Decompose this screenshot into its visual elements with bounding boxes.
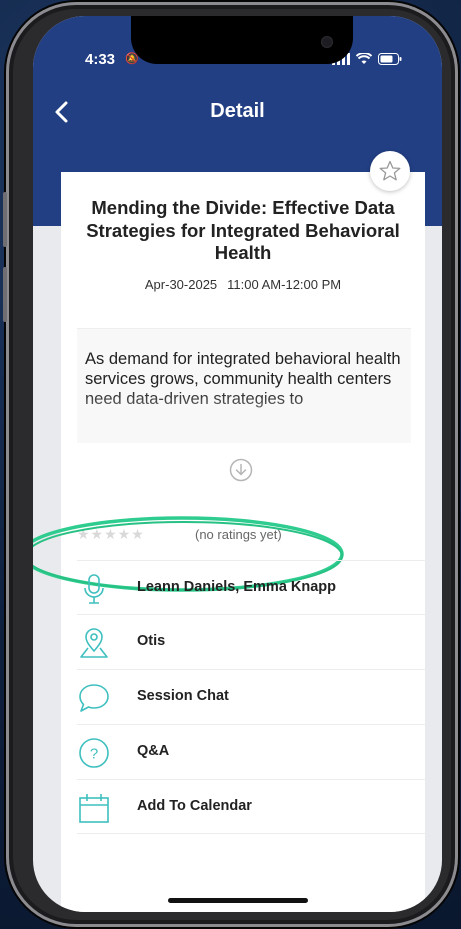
- map-pin-icon: [80, 628, 108, 658]
- list-item-speakers[interactable]: Leann Daniels, Emma Knapp: [77, 560, 427, 615]
- session-datetime: Apr-30-2025 11:00 AM-12:00 PM: [73, 277, 413, 292]
- svg-text:?: ?: [90, 746, 98, 763]
- list-divider: [77, 833, 427, 834]
- session-time: 11:00 AM-12:00 PM: [227, 277, 342, 292]
- page-title: Detail: [210, 100, 265, 122]
- session-date: Apr-30-2025: [144, 277, 218, 292]
- session-title: Mending the Divide: Effective Data Strat…: [86, 197, 400, 263]
- list-item-add-calendar[interactable]: Add To Calendar: [77, 779, 427, 834]
- calendar-icon: [79, 794, 109, 823]
- app-screen: 4:33 🔕 Detail Mending the Divide: Effect…: [33, 16, 442, 912]
- arrow-down-circle-icon: [229, 458, 253, 482]
- qna-label: Q&A: [137, 743, 170, 759]
- location-label: Otis: [137, 633, 166, 649]
- wifi-icon: [356, 53, 372, 64]
- speakers-label: Leann Daniels, Emma Knapp: [137, 579, 337, 595]
- expand-description-button[interactable]: [229, 458, 253, 482]
- phone-frame: 4:33 🔕 Detail Mending the Divide: Effect…: [3, 2, 458, 927]
- status-time: 4:33: [85, 51, 116, 68]
- add-calendar-label: Add To Calendar: [137, 798, 252, 814]
- notch: [131, 16, 353, 64]
- question-icon: ?: [79, 738, 109, 768]
- list-item-qna[interactable]: ? Q&A: [77, 724, 427, 779]
- star-icon: [379, 160, 401, 181]
- session-chat-label: Session Chat: [137, 688, 229, 704]
- list-item-session-chat[interactable]: Session Chat: [77, 669, 427, 724]
- camera: [321, 36, 333, 48]
- list-item-location[interactable]: Otis: [77, 614, 427, 669]
- battery-icon: [378, 53, 402, 65]
- home-indicator[interactable]: [168, 898, 308, 903]
- description-fade: [77, 389, 411, 443]
- microphone-icon: [84, 574, 104, 604]
- favorite-button[interactable]: [370, 151, 410, 191]
- chat-bubble-icon: [79, 684, 109, 712]
- description-box: As demand for integrated behavioral heal…: [77, 328, 411, 443]
